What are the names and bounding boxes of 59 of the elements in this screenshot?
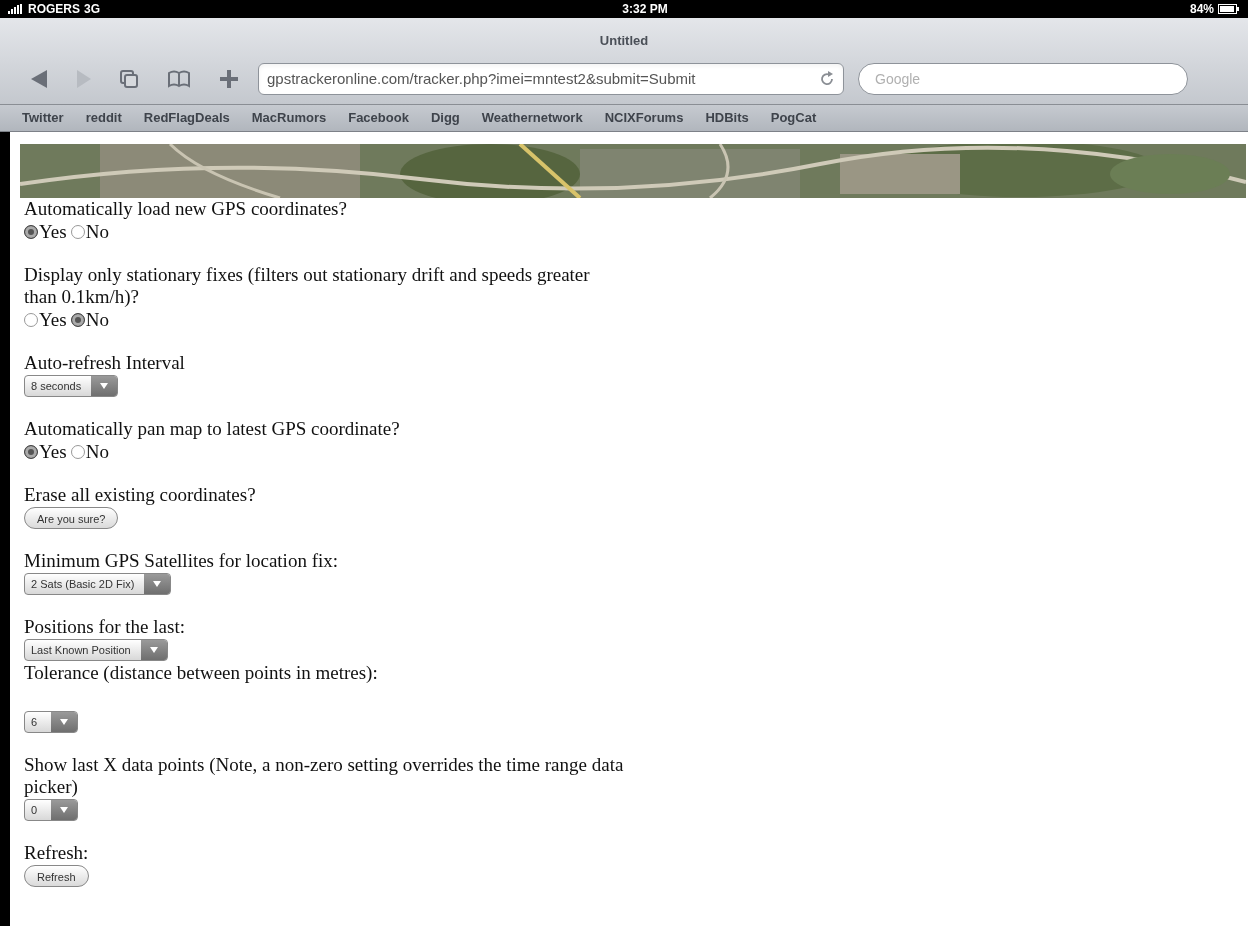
bookmark-link[interactable]: PogCat <box>770 108 817 128</box>
form-button[interactable]: Are you sure? <box>24 507 119 529</box>
field-label: Show last X data points (Note, a non-zero setting overrides the time range data picker) <box>24 754 625 798</box>
radio-button[interactable] <box>70 313 85 327</box>
radio-button[interactable] <box>70 445 85 459</box>
radio-option[interactable]: Yes <box>24 441 67 463</box>
dropdown[interactable]: 6 <box>24 711 78 733</box>
bookmark-link[interactable]: NCIXForums <box>604 108 684 128</box>
clock: 3:32 PM <box>622 1 668 18</box>
bookmark-link[interactable]: reddit <box>85 108 122 128</box>
radio-option[interactable]: Yes <box>24 309 67 331</box>
caret-icon <box>60 807 68 813</box>
bookmark-link[interactable]: Twitter <box>22 108 64 128</box>
caret-icon <box>100 383 109 389</box>
dropdown[interactable]: 2 Sats (Basic 2D Fix) <box>24 573 172 595</box>
signal-icon <box>8 4 24 14</box>
dropdown[interactable]: Last Known Position <box>24 639 168 661</box>
plus-icon <box>219 69 239 89</box>
search-field[interactable]: Google <box>858 63 1188 95</box>
bookmark-link[interactable]: Facebook <box>348 108 409 128</box>
radio-button[interactable] <box>24 445 38 459</box>
radio-button[interactable] <box>24 225 38 239</box>
field-label: Minimum GPS Satellites for location fix: <box>24 550 339 572</box>
battery-level: 84% <box>1189 1 1214 18</box>
bookmark-link[interactable]: Digg <box>430 108 460 128</box>
bookmark-link[interactable]: MacRumors <box>251 108 327 128</box>
battery-icon <box>1218 4 1240 14</box>
caret-icon <box>153 581 162 587</box>
radio-option[interactable]: Yes <box>24 221 67 243</box>
address-field[interactable]: gpstrackeronline.com/tracker.php?imei=mntest2&submit=Submit <box>258 63 844 95</box>
network-type: 3G <box>84 1 101 18</box>
caret-icon <box>149 647 158 653</box>
field-label: Refresh: <box>24 842 90 864</box>
field-label: Auto-refresh Interval <box>24 352 186 374</box>
field-label: Display only stationary fixes (filters out stationary drift and speeds greater than 0.1km/h)? <box>24 264 591 308</box>
reload-icon[interactable] <box>819 71 835 87</box>
form-button[interactable]: Refresh <box>24 865 89 887</box>
radio-option[interactable]: No <box>70 441 109 463</box>
dropdown[interactable]: 8 seconds <box>24 375 119 397</box>
bookmark-link[interactable]: RedFlagDeals <box>143 108 230 128</box>
book-icon <box>167 70 191 88</box>
bookmark-link[interactable]: Weathernetwork <box>481 108 583 128</box>
radio-option[interactable]: No <box>70 309 109 331</box>
field-label: Automatically pan map to latest GPS coordinate? <box>24 418 401 440</box>
pages-icon <box>119 69 139 89</box>
forward-arrow-icon <box>75 70 93 88</box>
bookmark-link[interactable]: HDBits <box>705 108 749 128</box>
field-label: Erase all existing coordinates? <box>24 484 257 506</box>
field-label: Positions for the last: <box>24 616 186 638</box>
field-label: Tolerance (distance between points in metres): <box>24 662 379 684</box>
field-label: Automatically load new GPS coordinates? <box>24 198 348 220</box>
carrier-name: ROGERS <box>28 1 80 18</box>
window-title: Untitled <box>599 32 649 51</box>
radio-button[interactable] <box>24 313 38 327</box>
caret-icon <box>60 719 68 725</box>
back-arrow-icon <box>29 70 49 88</box>
radio-option[interactable]: No <box>70 221 109 243</box>
radio-button[interactable] <box>70 225 85 239</box>
dropdown[interactable]: 0 <box>24 799 78 821</box>
